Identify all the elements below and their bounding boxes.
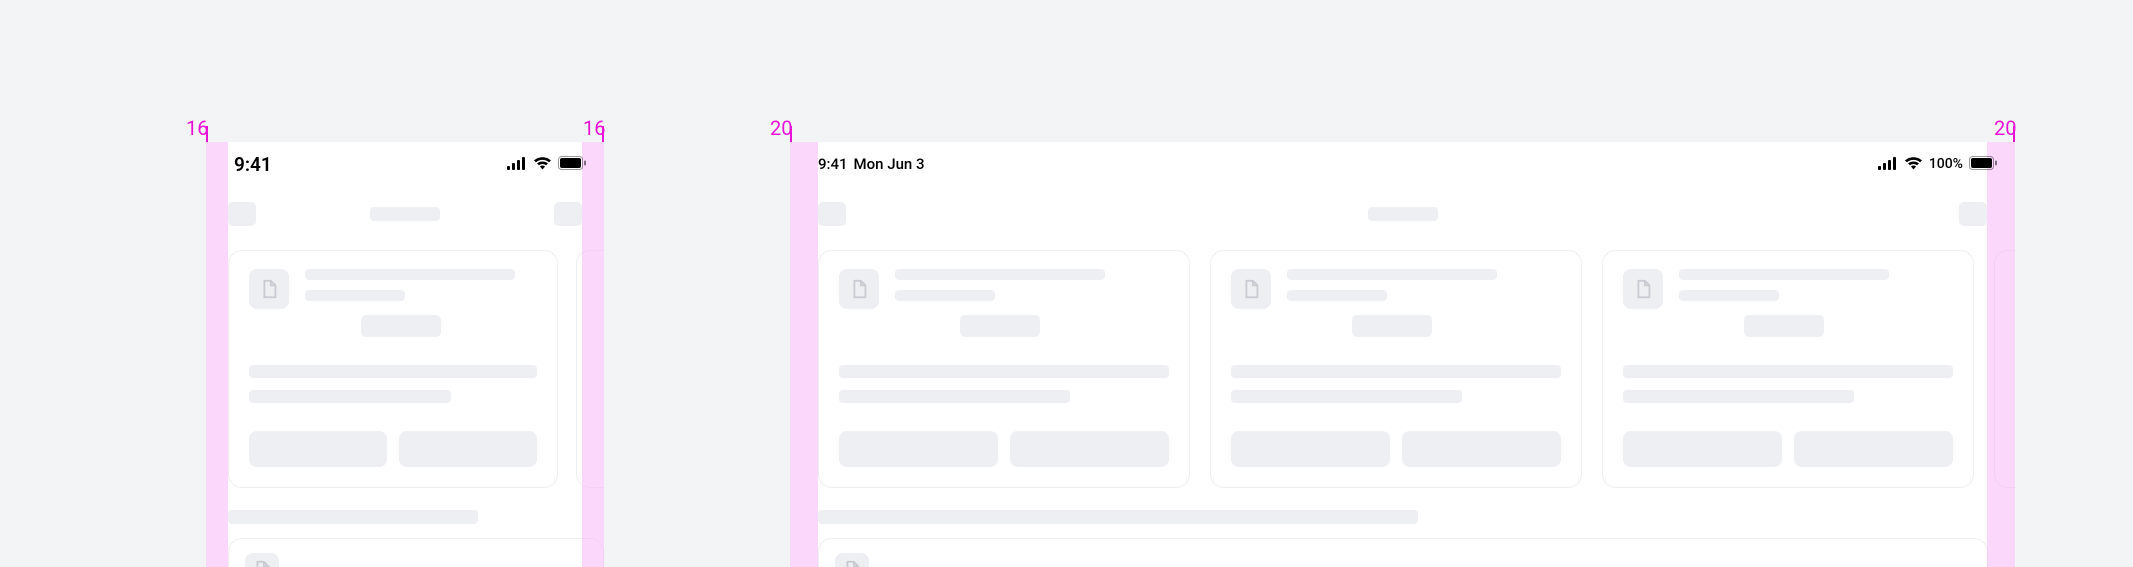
annotation-tick xyxy=(790,126,792,142)
card-button-placeholder[interactable] xyxy=(1623,431,1782,467)
wifi-icon xyxy=(1904,155,1923,174)
signal-icon xyxy=(1878,155,1898,174)
nav-bar xyxy=(790,186,2015,242)
content-area xyxy=(790,242,2015,567)
card-subtitle-placeholder xyxy=(895,290,995,301)
status-bar: 9:41 Mon Jun 3 100% xyxy=(790,142,2015,186)
card-text-placeholder xyxy=(1623,365,1953,378)
document-icon xyxy=(1231,269,1271,309)
card-title-placeholder xyxy=(305,269,515,280)
battery-percentage: 100% xyxy=(1929,156,1963,172)
content-area xyxy=(206,242,604,567)
card-button-placeholder[interactable] xyxy=(839,431,998,467)
tablet-mockup: 9:41 Mon Jun 3 100% xyxy=(790,142,2015,567)
nav-back-placeholder[interactable] xyxy=(228,202,256,226)
card-chip-placeholder xyxy=(960,315,1040,337)
status-time: 9:41 xyxy=(818,155,848,173)
status-bar: 9:41 xyxy=(206,142,604,186)
nav-action-placeholder[interactable] xyxy=(1959,202,1987,226)
content-card[interactable] xyxy=(228,538,604,567)
card-subtitle-placeholder xyxy=(1679,290,1779,301)
card-button-placeholder[interactable] xyxy=(1402,431,1561,467)
card-title-placeholder xyxy=(1679,269,1889,280)
status-date: Mon Jun 3 xyxy=(854,155,925,173)
card-subtitle-placeholder xyxy=(1287,290,1387,301)
card-row xyxy=(206,250,604,488)
card-subtitle-placeholder xyxy=(305,290,405,301)
card-text-placeholder xyxy=(1231,390,1462,403)
document-icon xyxy=(839,269,879,309)
nav-back-placeholder[interactable] xyxy=(818,202,846,226)
section-header-placeholder xyxy=(228,510,478,524)
card-button-placeholder[interactable] xyxy=(1794,431,1953,467)
annotation-tick xyxy=(206,126,208,142)
annotation-tick xyxy=(2013,126,2015,142)
document-icon xyxy=(1623,269,1663,309)
document-icon xyxy=(249,269,289,309)
card-chip-placeholder xyxy=(1744,315,1824,337)
card-button-placeholder[interactable] xyxy=(1010,431,1169,467)
wifi-icon xyxy=(533,155,552,174)
phone-mockup: 9:41 xyxy=(206,142,604,567)
content-card[interactable] xyxy=(1210,250,1582,488)
nav-title-placeholder xyxy=(1368,207,1438,221)
content-card[interactable] xyxy=(576,250,604,488)
status-time: 9:41 xyxy=(234,153,272,176)
annotation-tick xyxy=(602,126,604,142)
card-button-placeholder[interactable] xyxy=(249,431,387,467)
battery-icon xyxy=(558,155,586,174)
card-text-placeholder xyxy=(1231,365,1561,378)
signal-icon xyxy=(507,155,527,174)
card-title-placeholder xyxy=(895,269,1105,280)
content-card[interactable] xyxy=(1994,250,2015,488)
document-icon xyxy=(835,553,869,567)
section-header-placeholder xyxy=(818,510,1418,524)
card-button-placeholder[interactable] xyxy=(1231,431,1390,467)
card-chip-placeholder xyxy=(1352,315,1432,337)
card-chip-placeholder xyxy=(361,315,441,337)
nav-action-placeholder[interactable] xyxy=(554,202,582,226)
card-text-placeholder xyxy=(839,365,1169,378)
battery-icon xyxy=(1969,155,1997,174)
content-card[interactable] xyxy=(818,538,1988,567)
card-title-placeholder xyxy=(1287,269,1497,280)
content-card[interactable] xyxy=(818,250,1190,488)
document-icon xyxy=(245,553,279,567)
card-row xyxy=(790,250,2015,488)
card-button-placeholder[interactable] xyxy=(399,431,537,467)
nav-bar xyxy=(206,186,604,242)
card-text-placeholder xyxy=(1623,390,1854,403)
card-text-placeholder xyxy=(249,390,451,403)
nav-title-placeholder xyxy=(370,207,440,221)
content-card[interactable] xyxy=(1602,250,1974,488)
card-text-placeholder xyxy=(249,365,537,378)
content-card[interactable] xyxy=(228,250,558,488)
card-text-placeholder xyxy=(839,390,1070,403)
